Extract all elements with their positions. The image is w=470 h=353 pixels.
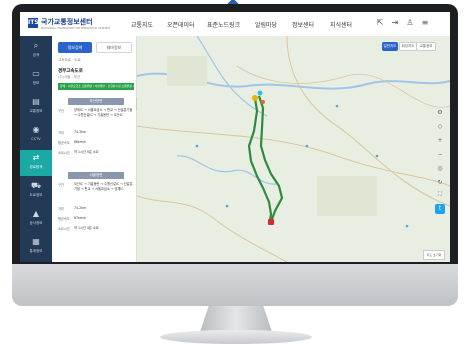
row-value: 86km/h bbox=[74, 140, 87, 144]
breadcrumb: 고속도로 · 도로 bbox=[58, 58, 81, 62]
bus-icon: ▤ bbox=[32, 97, 40, 106]
car-icon: ⛟ bbox=[31, 181, 42, 190]
user-icon[interactable]: ♙ bbox=[405, 18, 415, 28]
sidebar-item-label: 정보 bbox=[32, 81, 40, 85]
twitter-icon[interactable]: t bbox=[435, 204, 445, 214]
nav-traffic-map[interactable]: 교통지도 bbox=[131, 20, 153, 29]
menu-icon[interactable]: ≡ bbox=[420, 18, 430, 28]
row-value: 양재IC → 서울요금소 → 판교 → 신갈분기점 → 수원신갈IC → 기흥동… bbox=[74, 108, 133, 117]
sidebar-item-label: 교통정보 bbox=[29, 109, 43, 113]
sidebar-item-road[interactable]: ⛟ 도로정보 bbox=[20, 178, 52, 204]
row-label: 평균속도 bbox=[58, 217, 70, 221]
fullscreen-icon[interactable]: ⛶ bbox=[435, 190, 445, 200]
search-icon: ⌕ bbox=[33, 41, 39, 50]
locate-icon[interactable]: ◎ bbox=[435, 164, 445, 174]
row-label: 소요시간 bbox=[58, 151, 70, 155]
map-point bbox=[305, 144, 309, 148]
screen: ITS 국가교통정보센터 NATIONAL TRANSPORT INFORMAT… bbox=[20, 12, 450, 262]
sidebar: ⌕ 검색 ▭ 정보 ▤ 교통정보 ◉ CCTV ⇄ 경로탐색 ⛟ 도로정보 ▲ … bbox=[20, 36, 52, 262]
sidebar-item-label: 경로탐색 bbox=[29, 165, 43, 169]
sidebar-item-traffic[interactable]: ▤ 교통정보 bbox=[20, 94, 52, 120]
sidebar-item-label: CCTV bbox=[31, 137, 41, 141]
row-label: 거리 bbox=[58, 131, 64, 135]
map-canvas bbox=[137, 36, 450, 262]
sidebar-item-construction[interactable]: ▲ 공사정보 bbox=[20, 206, 52, 232]
logo-icon: ITS bbox=[28, 18, 39, 28]
map-type-normal-button[interactable]: 일반지도 bbox=[382, 42, 398, 51]
nav-standard-node-link[interactable]: 표준노드링크 bbox=[207, 20, 240, 29]
sidebar-item-search[interactable]: ⌕ 검색 bbox=[20, 38, 52, 64]
cone-icon: ▲ bbox=[32, 209, 40, 218]
row-value: 87km/h bbox=[74, 216, 87, 220]
login-icon[interactable]: ⇥ bbox=[390, 18, 400, 28]
route-icon: ⇄ bbox=[32, 153, 40, 162]
row-value: 오산IC → 기흥동탄 → 수원신갈IC → 신갈분기점 → 판교 → 서울요금… bbox=[74, 182, 133, 191]
sidebar-item-label: 공사정보 bbox=[29, 221, 43, 225]
area bbox=[167, 56, 207, 86]
zoom-in-icon[interactable]: + bbox=[435, 136, 445, 146]
map-reset-button[interactable]: 지도 초기화 bbox=[423, 250, 445, 260]
nav-notice[interactable]: 알림마당 bbox=[255, 20, 277, 29]
row-label: 구간 bbox=[58, 109, 64, 113]
monitor-stand bbox=[200, 306, 272, 332]
map-point bbox=[195, 144, 199, 148]
stats-icon: ▦ bbox=[32, 237, 40, 246]
sidebar-item-stats[interactable]: ▦ 통계정보 bbox=[20, 234, 52, 260]
row-label: 구간 bbox=[58, 183, 64, 187]
route-title: 경부고속도로 bbox=[58, 69, 83, 74]
refresh-icon[interactable]: ↻ bbox=[435, 178, 445, 188]
logo-subtitle: NATIONAL TRANSPORT INFORMATION CENTER bbox=[41, 26, 110, 30]
share-icon[interactable]: ⇱ bbox=[375, 18, 385, 28]
zoom-out-icon[interactable]: − bbox=[435, 150, 445, 160]
monitor-base bbox=[160, 330, 312, 344]
map-point bbox=[375, 154, 379, 158]
row-value: 약 1시간 5분 소요 bbox=[74, 150, 99, 154]
traffic-status-bar: 양재 - 서울요금소 소통원활 / 서울방면 - 신갈분기점 소통원활 (시간) bbox=[58, 83, 134, 90]
map-traffic-button[interactable]: 교통정보 bbox=[416, 42, 436, 51]
top-bar: ITS 국가교통정보센터 NATIONAL TRANSPORT INFORMAT… bbox=[20, 12, 450, 37]
tab-info-search[interactable]: 정보검색 bbox=[58, 42, 92, 53]
monitor-icon: ▭ bbox=[32, 69, 40, 78]
area bbox=[317, 176, 377, 216]
section-header-seoul: 서울방면 bbox=[68, 172, 124, 179]
map-point bbox=[335, 104, 339, 108]
origin-marker[interactable] bbox=[257, 90, 263, 96]
map-point bbox=[405, 224, 409, 228]
sidebar-item-label: 도로정보 bbox=[29, 193, 43, 197]
sidebar-item-info[interactable]: ▭ 정보 bbox=[20, 66, 52, 92]
row-label: 평균속도 bbox=[58, 141, 70, 145]
settings-icon[interactable]: ⚙ bbox=[435, 108, 445, 118]
sidebar-item-cctv[interactable]: ◉ CCTV bbox=[20, 122, 52, 148]
section-header-busan: 부산방면 bbox=[68, 98, 124, 105]
end-marker[interactable] bbox=[268, 219, 274, 225]
start-marker[interactable] bbox=[252, 95, 258, 101]
nav-open-data[interactable]: 오픈데이터 bbox=[167, 20, 195, 29]
row-value: 74.2km bbox=[74, 206, 87, 210]
sidebar-item-route[interactable]: ⇄ 경로탐색 bbox=[20, 150, 52, 176]
waypoint-marker[interactable] bbox=[261, 100, 265, 104]
monitor-bezel bbox=[12, 264, 458, 306]
layers-icon[interactable]: ◇ bbox=[435, 122, 445, 132]
row-value: 74.3km bbox=[74, 130, 87, 134]
tab-theme-info[interactable]: 테마정보 bbox=[96, 42, 132, 53]
route-code: (주)서울 - 부산 bbox=[58, 75, 81, 79]
map-view[interactable]: 일반지도 위성지도 교통정보 ⚙ ◇ + − ◎ ↻ ⛶ t 지도 초기화 bbox=[137, 36, 450, 262]
nav-knowledge-center[interactable]: 지식센터 bbox=[330, 20, 352, 29]
cctv-icon: ◉ bbox=[32, 125, 40, 134]
route-panel: 정보검색 테마정보 고속도로 · 도로 경부고속도로 (주)서울 - 부산 양재… bbox=[52, 36, 137, 262]
row-value: 약 1시간 4분 소요 bbox=[74, 226, 99, 230]
map-type-satellite-button[interactable]: 위성지도 bbox=[399, 42, 417, 51]
map-point bbox=[225, 204, 229, 208]
row-label: 거리 bbox=[58, 207, 64, 211]
row-label: 소요시간 bbox=[58, 227, 70, 231]
sidebar-item-label: 통계정보 bbox=[29, 249, 43, 253]
sidebar-item-label: 검색 bbox=[32, 53, 40, 57]
nav-info-center[interactable]: 정보센터 bbox=[292, 20, 314, 29]
